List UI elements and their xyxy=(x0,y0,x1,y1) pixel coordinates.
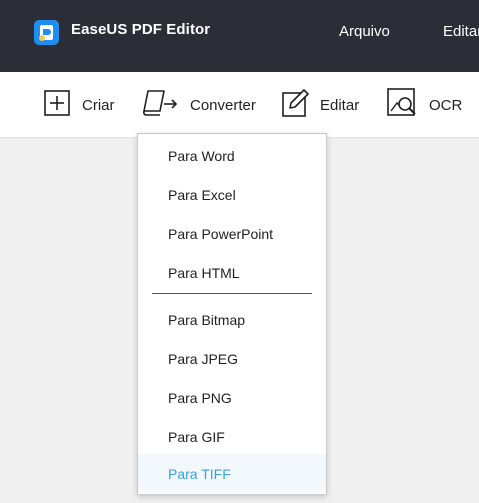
menu-arquivo[interactable]: Arquivo xyxy=(339,23,390,40)
editar-label: Editar xyxy=(320,96,360,114)
menu-separator xyxy=(152,293,312,294)
app-title: EaseUS PDF Editor xyxy=(71,21,211,38)
menu-item-para-png[interactable]: Para PNG xyxy=(138,378,326,417)
criar-button[interactable]: Criar xyxy=(43,88,115,122)
convert-icon xyxy=(142,88,179,123)
converter-dropdown-menu: Para Word Para Excel Para PowerPoint Par… xyxy=(137,133,327,495)
easeus-logo-icon xyxy=(34,20,59,45)
menu-item-para-jpeg[interactable]: Para JPEG xyxy=(138,339,326,378)
menu-item-para-gif[interactable]: Para GIF xyxy=(138,417,326,456)
editar-button[interactable]: Editar xyxy=(281,88,359,122)
main-toolbar: Criar Converter Editar OCR xyxy=(0,72,479,138)
menu-item-para-bitmap[interactable]: Para Bitmap xyxy=(138,300,326,339)
converter-button[interactable]: Converter xyxy=(142,88,256,122)
menu-item-para-powerpoint[interactable]: Para PowerPoint xyxy=(138,214,326,253)
plus-box-icon xyxy=(43,89,71,122)
menu-item-para-tiff[interactable]: Para TIFF xyxy=(138,454,326,493)
menu-item-para-html[interactable]: Para HTML xyxy=(138,253,326,292)
ocr-button[interactable]: OCR xyxy=(386,87,463,124)
menu-item-para-excel[interactable]: Para Excel xyxy=(138,175,326,214)
ocr-label: OCR xyxy=(429,96,463,114)
edit-pen-icon xyxy=(281,88,309,123)
ocr-scan-icon xyxy=(386,87,418,124)
menu-item-para-word[interactable]: Para Word xyxy=(138,136,326,175)
menu-editar[interactable]: Editar xyxy=(443,23,479,40)
title-bar: EaseUS PDF Editor Arquivo Editar xyxy=(0,0,479,72)
converter-label: Converter xyxy=(190,96,256,114)
criar-label: Criar xyxy=(82,96,115,114)
